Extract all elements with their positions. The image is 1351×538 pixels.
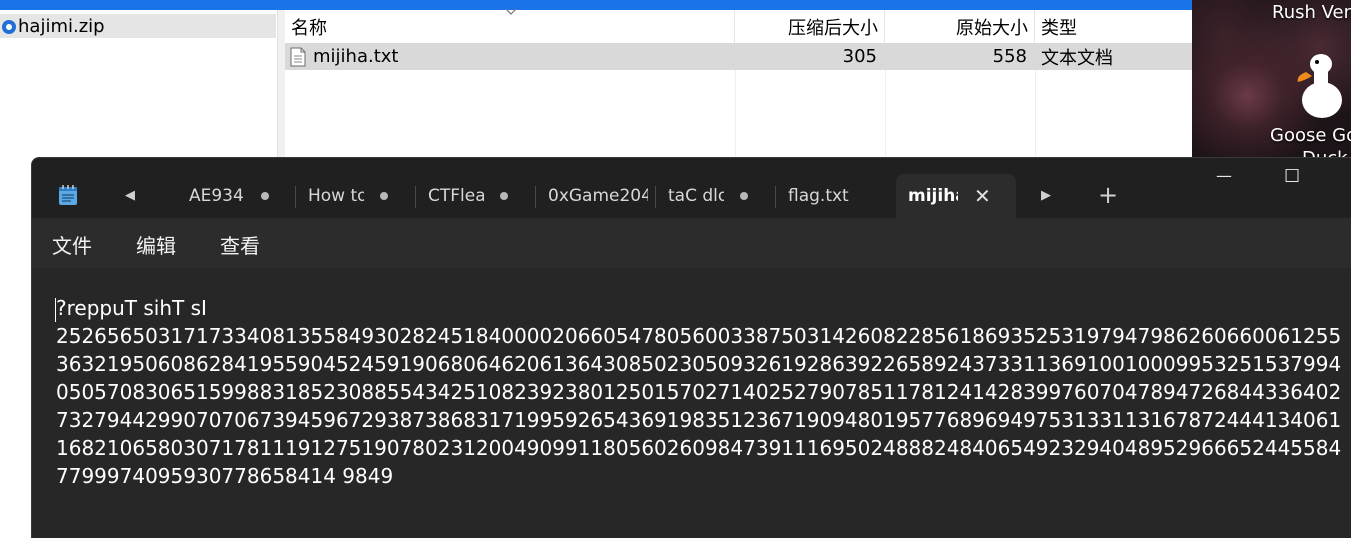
maximize-icon[interactable]: ☐ xyxy=(1284,166,1300,187)
notepad-window: ◀ AE934 How to CTFlea 0xGame2048 taC dlo… xyxy=(31,157,1351,538)
text-line: ?reppuT sihT sI xyxy=(56,296,207,320)
title-bar[interactable]: ◀ AE934 How to CTFlea 0xGame2048 taC dlo… xyxy=(32,158,1351,218)
goose-icon[interactable] xyxy=(1292,50,1348,124)
text-line: 7327944299070706739459672938738683171995… xyxy=(56,408,1342,432)
scroll-tabs-right-icon[interactable]: ▶ xyxy=(1040,188,1052,203)
menu-edit[interactable]: 编辑 xyxy=(136,230,176,259)
column-header-type-label: 类型 xyxy=(1041,18,1077,39)
text-line: 1682106580307178111912751907802312004909… xyxy=(56,436,1342,460)
column-header-name[interactable]: 名称 xyxy=(285,8,735,44)
tab[interactable]: flag.txt xyxy=(776,174,896,218)
scroll-tabs-left-icon[interactable]: ◀ xyxy=(124,188,136,203)
menu-view[interactable]: 查看 xyxy=(220,230,260,259)
minimize-icon[interactable]: — xyxy=(1216,166,1232,185)
file-name-cell: mijiha.txt xyxy=(285,43,735,70)
text-line: 2526565031717334081355849302824518400002… xyxy=(56,324,1342,348)
desktop-icon-label[interactable]: Goose Go xyxy=(1270,125,1351,146)
tab-title: mijiha xyxy=(908,186,958,206)
column-header-original[interactable]: 原始大小 xyxy=(885,10,1035,44)
unsaved-dot-icon xyxy=(500,192,508,200)
text-line: 3632195060862841955904524591906806462061… xyxy=(56,352,1342,376)
tab-active[interactable]: mijiha ✕ xyxy=(896,174,1016,218)
tab-title: 0xGame2048 xyxy=(548,186,648,206)
desktop-icon-label[interactable]: Rush Ven xyxy=(1272,2,1351,23)
menu-bar: 文件 编辑 查看 xyxy=(32,218,1351,268)
file-original-size: 558 xyxy=(992,46,1027,67)
tab[interactable]: AE934 xyxy=(177,174,297,218)
column-header-original-label: 原始大小 xyxy=(956,18,1028,39)
file-type: 文本文档 xyxy=(1041,47,1113,69)
tab-title: CTFlea xyxy=(428,186,484,206)
tab[interactable]: 0xGame2048 xyxy=(536,174,656,218)
column-header-compressed-label: 压缩后大小 xyxy=(788,18,878,39)
column-header-name-label: 名称 xyxy=(291,18,327,39)
tree-item-archive[interactable]: hajimi.zip xyxy=(0,14,276,38)
text-line: 7799974095930778658414 9849 xyxy=(56,464,394,488)
table-row[interactable]: mijiha.txt 305 558 文本文档 xyxy=(285,43,1192,70)
new-tab-icon[interactable]: + xyxy=(1098,181,1118,209)
file-compressed-size: 305 xyxy=(842,46,877,67)
tab[interactable]: CTFlea xyxy=(416,174,536,218)
text-line: 0505708306515998831852308855434251082392… xyxy=(56,380,1342,404)
tab-title: AE934 xyxy=(189,186,244,206)
tab[interactable]: How to xyxy=(296,174,416,218)
zip-archive-icon xyxy=(2,18,16,34)
sort-chevron-icon xyxy=(505,8,517,15)
menu-file[interactable]: 文件 xyxy=(52,230,92,259)
file-name: mijiha.txt xyxy=(313,46,399,67)
unsaved-dot-icon xyxy=(740,192,748,200)
tab-title: flag.txt xyxy=(788,186,849,206)
tab-title: taC dlo xyxy=(668,186,724,206)
desktop-area: Rush Ven Goose Go Duck xyxy=(1192,0,1351,160)
column-header-compressed[interactable]: 压缩后大小 xyxy=(735,10,885,44)
text-file-icon xyxy=(290,47,306,66)
tree-item-label: hajimi.zip xyxy=(18,15,105,37)
close-tab-icon[interactable]: ✕ xyxy=(974,184,991,208)
notepad-app-icon xyxy=(59,185,77,205)
tab[interactable]: taC dlo xyxy=(656,174,776,218)
column-header-type[interactable]: 类型 xyxy=(1035,10,1192,44)
unsaved-dot-icon xyxy=(380,192,388,200)
window-accent-strip xyxy=(0,0,1192,10)
text-editor[interactable]: ?reppuT sihT sI 252656503171733408135584… xyxy=(32,268,1351,538)
unsaved-dot-icon xyxy=(261,192,269,200)
tab-title: How to xyxy=(308,186,364,206)
